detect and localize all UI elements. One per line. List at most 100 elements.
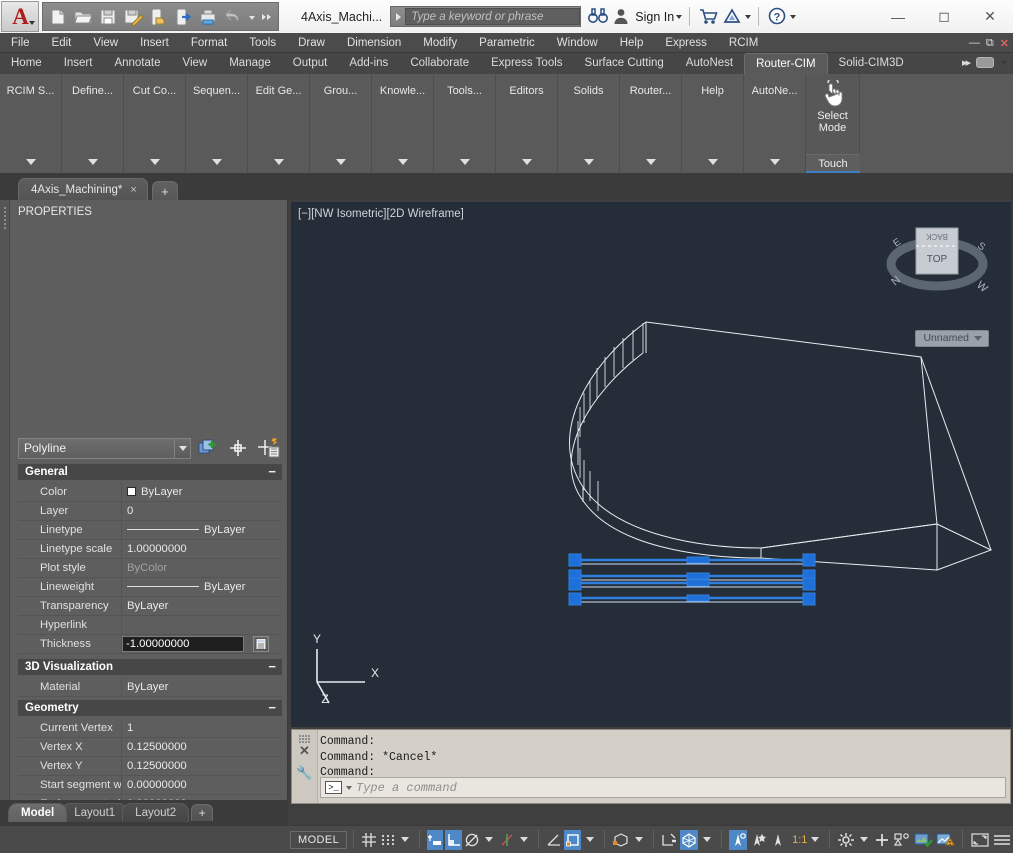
autodesk-dropdown-icon[interactable] <box>745 15 751 19</box>
open-from-web-icon[interactable] <box>147 6 169 28</box>
tab-home[interactable]: Home <box>0 53 53 74</box>
search-expand-icon[interactable] <box>391 7 405 26</box>
tab-annotate[interactable]: Annotate <box>103 53 171 74</box>
doc-close-icon[interactable]: ✕ <box>1000 37 1009 50</box>
ribbon-minimize-icon[interactable] <box>976 57 994 68</box>
qat-overflow-icon[interactable] <box>260 6 274 28</box>
property-value[interactable]: 1.00000000 <box>121 540 282 558</box>
transparency-toggle[interactable] <box>680 830 698 850</box>
save-as-icon[interactable] <box>122 6 144 28</box>
polar-tracking-toggle[interactable] <box>464 830 481 850</box>
annotation-monitor-icon[interactable] <box>935 830 955 850</box>
property-value[interactable]: -1.00000000 <box>121 635 282 653</box>
panel-expand-icon[interactable] <box>150 159 160 165</box>
ribbon-panel-rcim-settings[interactable]: RCIM S... <box>0 74 62 173</box>
model-space-button[interactable]: MODEL <box>290 831 347 849</box>
thickness-input[interactable]: -1.00000000 <box>122 636 244 652</box>
tab-manage[interactable]: Manage <box>218 53 282 74</box>
property-row-current-vertex[interactable]: Current Vertex 1 <box>18 719 282 738</box>
property-value[interactable] <box>121 616 282 634</box>
ribbon-panel-knowledge[interactable]: Knowle... <box>372 74 434 173</box>
search-binoculars-icon[interactable] <box>587 6 609 28</box>
panel-expand-icon[interactable] <box>26 159 36 165</box>
ribbon-panel-autonest[interactable]: AutoNe... <box>744 74 806 173</box>
tab-solid-cim3d[interactable]: Solid-CIM3D <box>828 53 915 74</box>
menu-item-view[interactable]: View <box>82 33 129 53</box>
ribbon-panel-tools[interactable]: Tools... <box>434 74 496 173</box>
user-avatar-icon[interactable] <box>611 6 633 28</box>
property-row-linetype-scale[interactable]: Linetype scale 1.00000000 <box>18 540 282 559</box>
visual-style-dropdown[interactable]: Unnamed <box>915 330 989 347</box>
palette-drag-grip[interactable] <box>3 206 10 218</box>
tab-express-tools[interactable]: Express Tools <box>480 53 573 74</box>
pick-point-icon[interactable] <box>226 437 251 459</box>
minimize-button[interactable]: — <box>875 0 921 33</box>
command-input-row[interactable]: >_ <box>320 777 1006 798</box>
autodesk-logo-icon[interactable] <box>721 6 743 28</box>
palette-side-strip[interactable] <box>0 200 10 800</box>
object-snap-toggle[interactable] <box>564 830 581 850</box>
tab-router-cim[interactable]: Router-CIM <box>744 53 827 74</box>
graphics-performance-icon[interactable] <box>913 830 933 850</box>
menu-item-insert[interactable]: Insert <box>129 33 180 53</box>
collapse-icon[interactable]: − <box>268 466 276 478</box>
help-dropdown-icon[interactable] <box>790 15 796 19</box>
object-type-select[interactable]: Polyline <box>18 438 191 459</box>
snap-dropdown-icon[interactable] <box>401 837 409 842</box>
command-history-dropdown-icon[interactable] <box>346 786 352 790</box>
command-prompt-icon[interactable]: >_ <box>325 781 342 794</box>
panel-expand-icon[interactable] <box>88 159 98 165</box>
ortho-mode-toggle[interactable] <box>445 830 462 850</box>
tab-collaborate[interactable]: Collaborate <box>399 53 480 74</box>
isolate-objects-icon[interactable] <box>893 830 911 850</box>
ribbon-panel-cut-control[interactable]: Cut Co... <box>124 74 186 173</box>
osnap-tracking-dropdown-icon[interactable] <box>520 837 528 842</box>
menu-item-file[interactable]: File <box>0 33 41 53</box>
drawing-canvas[interactable]: [−][NW Isometric][2D Wireframe] <box>291 202 1011 727</box>
property-row-transparency[interactable]: Transparency ByLayer <box>18 597 282 616</box>
ribbon-overflow-icon[interactable]: ▸▸ <box>962 56 969 69</box>
ribbon-minimize-dropdown-icon[interactable] <box>1001 61 1007 65</box>
property-group-general[interactable]: General − <box>18 464 282 481</box>
panel-expand-icon[interactable] <box>770 159 780 165</box>
tab-layout2[interactable]: Layout2 <box>122 803 189 822</box>
menu-item-rcim[interactable]: RCIM <box>718 33 769 53</box>
ribbon-panel-router[interactable]: Router... <box>620 74 682 173</box>
customization-menu-icon[interactable] <box>992 830 1012 850</box>
sign-in-label[interactable]: Sign In <box>635 10 674 24</box>
panel-expand-icon[interactable] <box>460 159 470 165</box>
property-row-vertex-x[interactable]: Vertex X 0.12500000 <box>18 738 282 757</box>
ribbon-panel-edit-geometry[interactable]: Edit Ge... <box>248 74 310 173</box>
open-file-icon[interactable] <box>72 6 94 28</box>
3d-osnap-dropdown-icon[interactable] <box>635 837 643 842</box>
doc-restore-icon[interactable]: ⧉ <box>986 37 994 50</box>
plot-icon[interactable] <box>197 6 219 28</box>
menu-item-help[interactable]: Help <box>609 33 655 53</box>
menu-item-parametric[interactable]: Parametric <box>468 33 546 53</box>
panel-expand-icon[interactable] <box>398 159 408 165</box>
tab-insert[interactable]: Insert <box>53 53 104 74</box>
lineweight-toggle[interactable] <box>660 830 678 850</box>
close-icon[interactable]: × <box>130 184 136 196</box>
object-snap-tracking-toggle[interactable] <box>498 830 515 850</box>
ribbon-panel-editors[interactable]: Editors <box>496 74 558 173</box>
property-value[interactable]: ByLayer <box>121 521 282 539</box>
grid-display-toggle[interactable] <box>361 830 378 850</box>
maximize-button[interactable]: ◻ <box>921 0 967 33</box>
quick-calc-field-icon[interactable] <box>253 636 269 652</box>
viewcube[interactable]: E S N W BACK TOP <box>881 220 993 300</box>
property-row-linetype[interactable]: Linetype ByLayer <box>18 521 282 540</box>
panel-expand-icon[interactable] <box>336 159 346 165</box>
ribbon-panel-help[interactable]: Help <box>682 74 744 173</box>
save-to-web-icon[interactable] <box>172 6 194 28</box>
menu-item-format[interactable]: Format <box>180 33 238 53</box>
tab-autonest[interactable]: AutoNest <box>675 53 744 74</box>
tab-output[interactable]: Output <box>282 53 339 74</box>
property-value[interactable]: 1 <box>121 719 282 737</box>
save-icon[interactable] <box>97 6 119 28</box>
collapse-icon[interactable]: − <box>268 661 276 673</box>
new-layout-button[interactable]: + <box>191 804 213 821</box>
command-input[interactable] <box>356 781 1001 795</box>
infer-constraints-toggle[interactable] <box>427 830 444 850</box>
close-button[interactable]: ✕ <box>967 0 1013 33</box>
